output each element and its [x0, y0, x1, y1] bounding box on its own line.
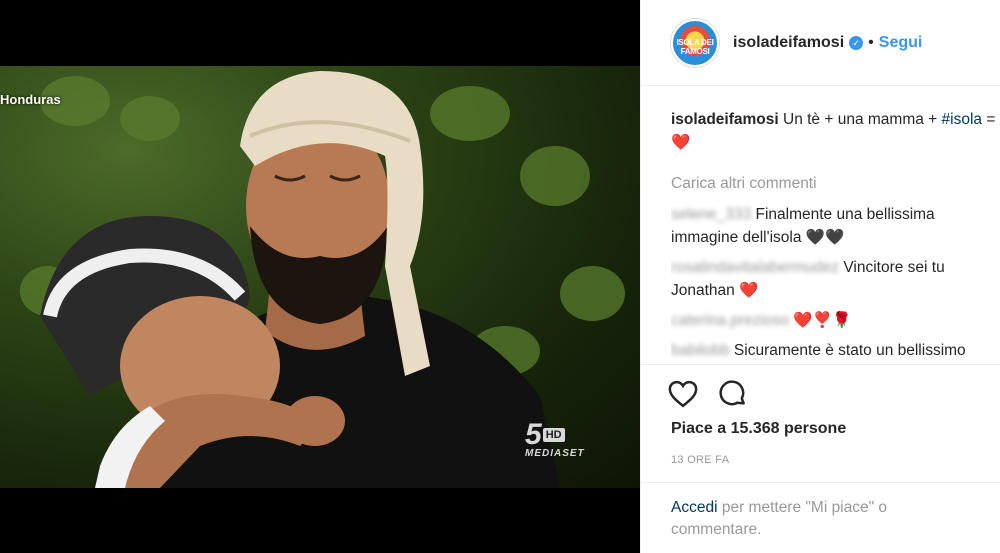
comment-item: rosalindavitalabermudez Vincitore sei tu…	[671, 256, 1000, 302]
post-timestamp[interactable]: 13 ORE FA	[671, 454, 729, 466]
login-link[interactable]: Accedi	[671, 499, 718, 516]
comment-author[interactable]: babilobb	[671, 342, 730, 359]
comment-author[interactable]: selene_333	[671, 206, 751, 223]
header-separator: •	[868, 33, 874, 51]
comment-icon[interactable]	[717, 378, 749, 410]
broadcaster-logo: 5 HD MEDIASET	[525, 418, 585, 459]
post-header: ISOLA DEI FAMOSI isoladeifamosi ✓ • Segu…	[641, 0, 1000, 86]
hd-badge: HD	[542, 428, 565, 442]
comment-author[interactable]: caterina.prezioso	[671, 312, 789, 329]
comment-item: babilobb Sicuramente è stato un bellissi…	[671, 339, 1000, 364]
header-username[interactable]: isoladeifamosi	[733, 34, 844, 52]
comments-list[interactable]: isoladeifamosi Un tè + una mamma + #isol…	[671, 108, 1000, 364]
post-side-panel: ISOLA DEI FAMOSI isoladeifamosi ✓ • Segu…	[640, 0, 1000, 553]
video-frame[interactable]: Honduras 5 HD MEDIASET	[0, 66, 640, 488]
action-bar	[667, 378, 749, 410]
header-text: isoladeifamosi ✓ • Segui	[733, 34, 922, 52]
comment-text: ❤️❣️🌹	[793, 312, 852, 329]
caption-hashtag[interactable]: #isola	[942, 111, 983, 128]
caption-author[interactable]: isoladeifamosi	[671, 111, 779, 128]
divider	[641, 364, 1000, 365]
avatar-text: ISOLA DEI FAMOSI	[676, 37, 714, 56]
divider	[641, 482, 1000, 483]
post-media[interactable]: Honduras 5 HD MEDIASET	[0, 0, 640, 553]
comment-item: selene_333 Finalmente una bellissima imm…	[671, 203, 1000, 249]
load-more-comments-button[interactable]: Carica altri commenti	[671, 172, 1000, 195]
follow-button[interactable]: Segui	[879, 34, 923, 52]
caption: isoladeifamosi Un tè + una mamma + #isol…	[671, 108, 1000, 154]
channel-number: 5	[525, 418, 542, 451]
likes-count[interactable]: Piace a 15.368 persone	[671, 420, 846, 438]
comment-author[interactable]: rosalindavitalabermudez	[671, 259, 839, 276]
heart-icon[interactable]	[667, 378, 699, 410]
broadcaster-name: MEDIASET	[525, 448, 585, 459]
login-prompt: Accedi per mettere "Mi piace" o commenta…	[671, 497, 971, 541]
comment-item: caterina.prezioso ❤️❣️🌹	[671, 309, 1000, 332]
location-tag: Honduras	[0, 92, 61, 107]
avatar[interactable]: ISOLA DEI FAMOSI	[671, 18, 719, 67]
verified-badge-icon: ✓	[849, 35, 864, 50]
caption-text: Un tè + una mamma +	[783, 111, 938, 128]
